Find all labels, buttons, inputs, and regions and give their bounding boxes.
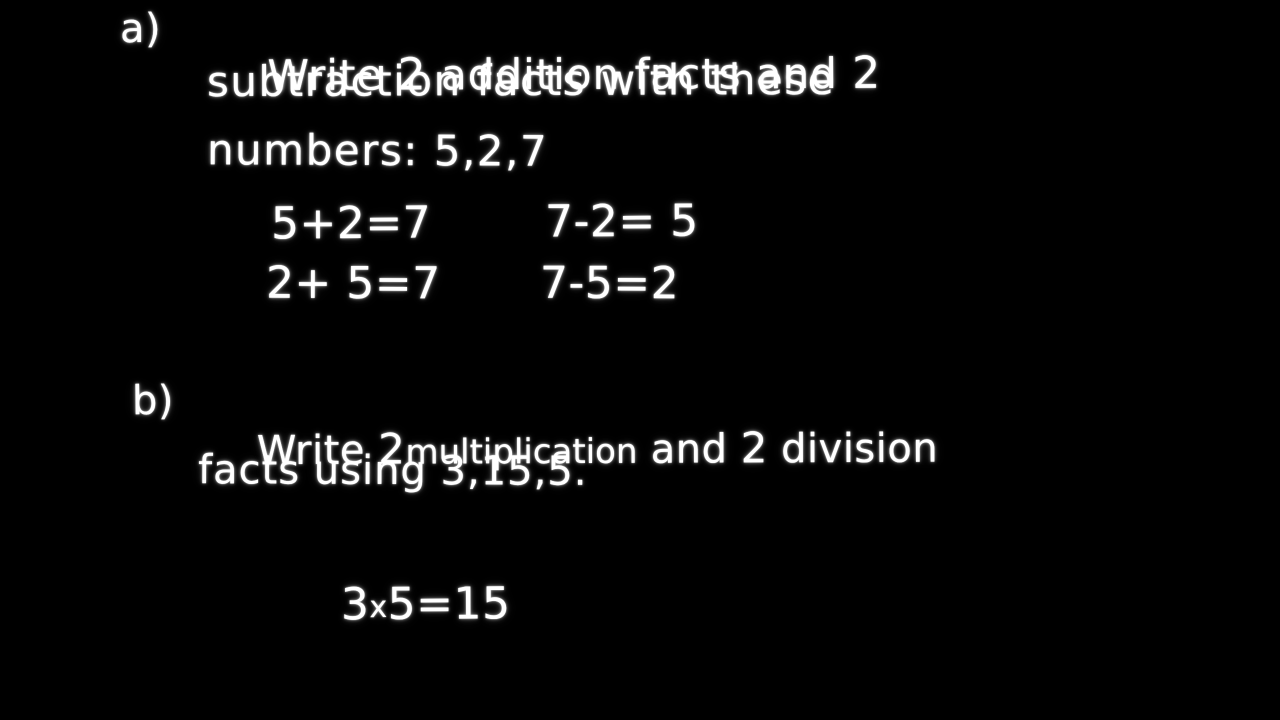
- answer-a-subtraction-1: 7-2= 5: [544, 195, 699, 248]
- problem-b-prompt-line-2: facts using 3,15,5.: [197, 447, 588, 495]
- problem-a-prompt-line-2: subtraction facts with these: [206, 54, 836, 107]
- answer-b-factor-2: 5: [387, 578, 417, 631]
- problem-b-word-division: division: [767, 425, 939, 473]
- whiteboard-canvas: a) Write 2 addition facts and 2 subtract…: [0, 0, 1280, 720]
- problem-a-prompt-line-3: numbers: 5,2,7: [206, 125, 549, 176]
- problem-b-count-second: 2: [740, 423, 768, 473]
- problem-a-count-second: 2: [852, 47, 882, 99]
- answer-b-factor-1: 3: [340, 579, 370, 631]
- problem-b-prompt-mid: and: [637, 426, 741, 473]
- answer-b-product: =15: [416, 578, 511, 630]
- multiplication-sign-icon: x: [369, 590, 388, 626]
- answer-a-subtraction-2: 7-5=2: [539, 257, 680, 310]
- answer-a-addition-1: 5+2=7: [270, 197, 432, 250]
- answer-b-multiplication-1: 3x5=15: [283, 527, 512, 681]
- problem-b-label: b): [131, 377, 175, 425]
- problem-a-label: a): [119, 5, 162, 53]
- answer-a-addition-2: 2+ 5=7: [265, 257, 441, 310]
